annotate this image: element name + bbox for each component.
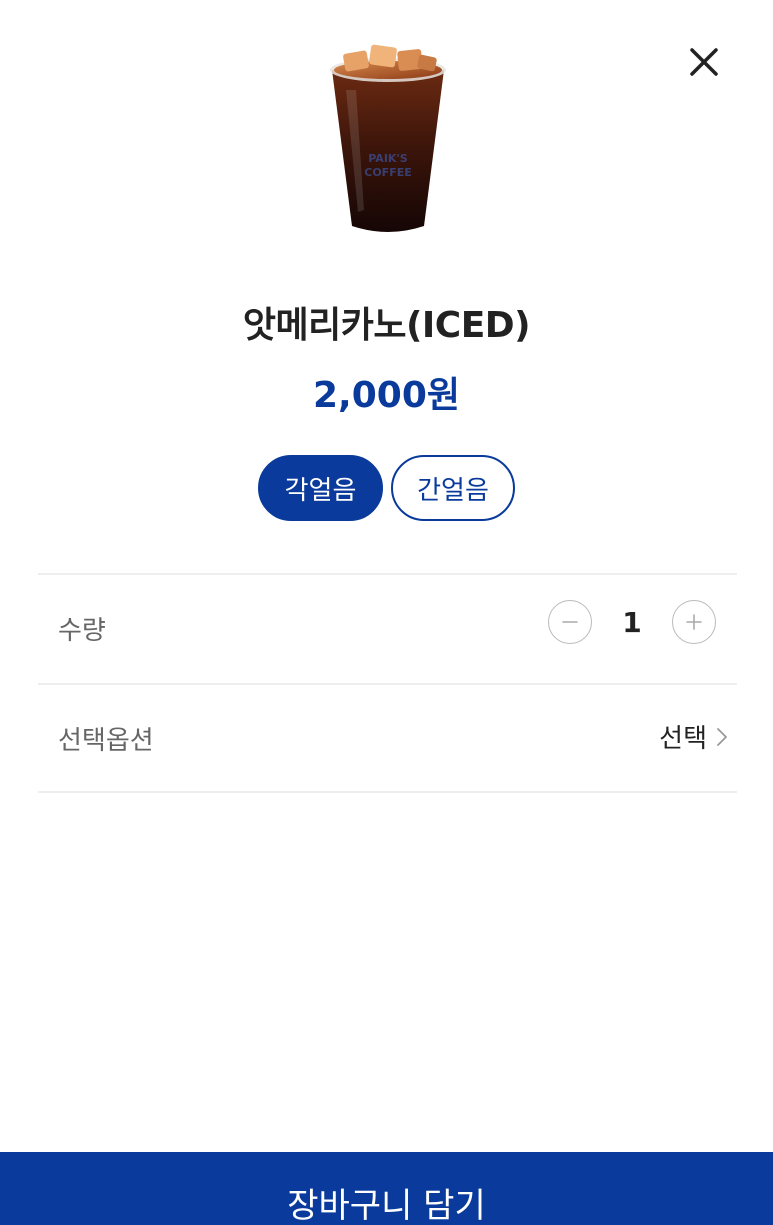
product-name: 앗메리카노(ICED) — [242, 305, 531, 346]
divider — [38, 683, 737, 685]
product-image: PAIK'S COFFEE — [322, 40, 454, 240]
divider — [38, 573, 737, 575]
increase-button[interactable] — [672, 600, 716, 644]
option-select-label: 선택 — [659, 724, 707, 754]
minus-icon — [562, 621, 578, 623]
ice-option-cube[interactable]: 각얼음 — [258, 455, 383, 521]
svg-text:PAIK'S: PAIK'S — [368, 152, 408, 165]
product-price: 2,000원 — [313, 375, 460, 416]
close-icon — [690, 48, 718, 76]
quantity-label: 수량 — [58, 616, 106, 646]
plus-icon — [686, 614, 702, 630]
svg-text:COFFEE: COFFEE — [364, 166, 411, 179]
option-label: 선택옵션 — [58, 726, 154, 756]
option-select-button[interactable]: 선택 — [659, 718, 729, 755]
close-button[interactable] — [682, 40, 726, 84]
ice-option-crushed[interactable]: 간얼음 — [391, 455, 515, 521]
quantity-stepper: 1 — [548, 600, 716, 644]
divider — [38, 791, 737, 793]
product-option-sheet: PAIK'S COFFEE 앗메리카노(ICED) 2,000원 각얼음 간얼음… — [0, 0, 773, 1225]
decrease-button[interactable] — [548, 600, 592, 644]
quantity-value: 1 — [622, 605, 642, 639]
chevron-right-icon — [717, 727, 727, 746]
add-to-cart-button[interactable]: 장바구니 담기 — [0, 1152, 773, 1225]
ice-type-options: 각얼음 간얼음 — [258, 455, 515, 521]
